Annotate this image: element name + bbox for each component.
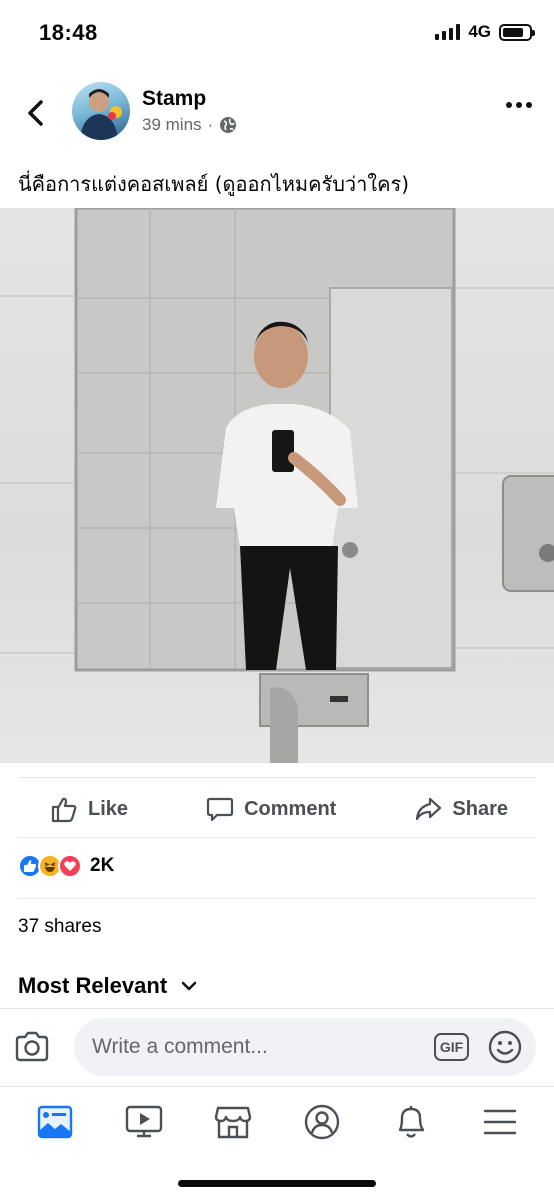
share-button[interactable]: Share: [414, 795, 508, 823]
status-time: 18:48: [39, 20, 98, 45]
like-label: Like: [88, 797, 129, 820]
tab-notifications[interactable]: [381, 1097, 441, 1147]
post-meta: 39 mins ·: [142, 115, 237, 135]
tab-news-feed[interactable]: [25, 1097, 85, 1147]
shares-count[interactable]: 37 shares: [18, 916, 101, 938]
chevron-left-icon: [28, 100, 43, 126]
divider: [18, 837, 536, 838]
menu-icon: [483, 1109, 516, 1134]
avatar-image: [80, 89, 122, 140]
watch-icon: [125, 1105, 162, 1137]
marketplace-icon: [214, 1106, 251, 1138]
share-label: Share: [452, 797, 508, 820]
post-author[interactable]: Stamp: [142, 87, 206, 111]
back-button[interactable]: [20, 96, 50, 130]
comment-composer: GIF: [0, 1008, 554, 1086]
meta-separator: ·: [207, 115, 214, 134]
chevron-down-icon: [181, 981, 197, 991]
emoji-button[interactable]: [488, 1030, 522, 1069]
divider: [18, 898, 536, 899]
comment-button[interactable]: Comment: [206, 795, 336, 823]
share-arrow-icon: [416, 797, 442, 821]
post-header: Stamp 39 mins ·: [0, 80, 554, 146]
post-actions: Like Comment Share: [0, 786, 554, 832]
status-icons: 4G: [435, 22, 535, 42]
camera-button[interactable]: [14, 1031, 50, 1068]
like-button[interactable]: Like: [50, 795, 128, 823]
avatar[interactable]: [72, 82, 130, 140]
sort-label: Most Relevant: [18, 973, 168, 998]
bottom-tab-bar: [0, 1086, 554, 1156]
news-feed-icon: [37, 1105, 72, 1138]
comments-sort-dropdown[interactable]: Most Relevant: [18, 973, 197, 999]
reactions-summary[interactable]: 2K: [18, 854, 114, 878]
more-options-button[interactable]: [506, 102, 532, 108]
profile-icon: [304, 1104, 339, 1139]
signal-icon: [435, 24, 461, 40]
divider: [18, 777, 536, 778]
post-photo[interactable]: [0, 208, 554, 763]
comment-label: Comment: [244, 797, 337, 820]
globe-icon: [220, 117, 237, 133]
post-caption: นี่คือการแต่งคอสเพลย์ (ดูออกไหมครับว่าใค…: [18, 172, 410, 196]
tab-profile[interactable]: [292, 1097, 352, 1147]
camera-icon: [15, 1031, 49, 1062]
tab-menu[interactable]: [470, 1097, 530, 1147]
comment-bubble-icon: [206, 797, 234, 822]
notifications-icon: [398, 1105, 424, 1138]
love-reaction-icon: [58, 854, 82, 878]
tab-watch[interactable]: [114, 1097, 174, 1147]
smiley-icon: [488, 1030, 522, 1064]
reaction-count: 2K: [90, 855, 115, 876]
home-indicator[interactable]: [178, 1180, 376, 1187]
thumbs-up-icon: [51, 797, 77, 823]
mirror-selfie-image: [0, 208, 554, 763]
battery-icon: [499, 23, 535, 41]
network-type: 4G: [468, 22, 491, 41]
status-bar: 18:48 4G: [0, 0, 554, 68]
post-time[interactable]: 39 mins: [142, 115, 202, 135]
tab-marketplace[interactable]: [203, 1097, 263, 1147]
gif-button[interactable]: GIF: [434, 1033, 469, 1061]
